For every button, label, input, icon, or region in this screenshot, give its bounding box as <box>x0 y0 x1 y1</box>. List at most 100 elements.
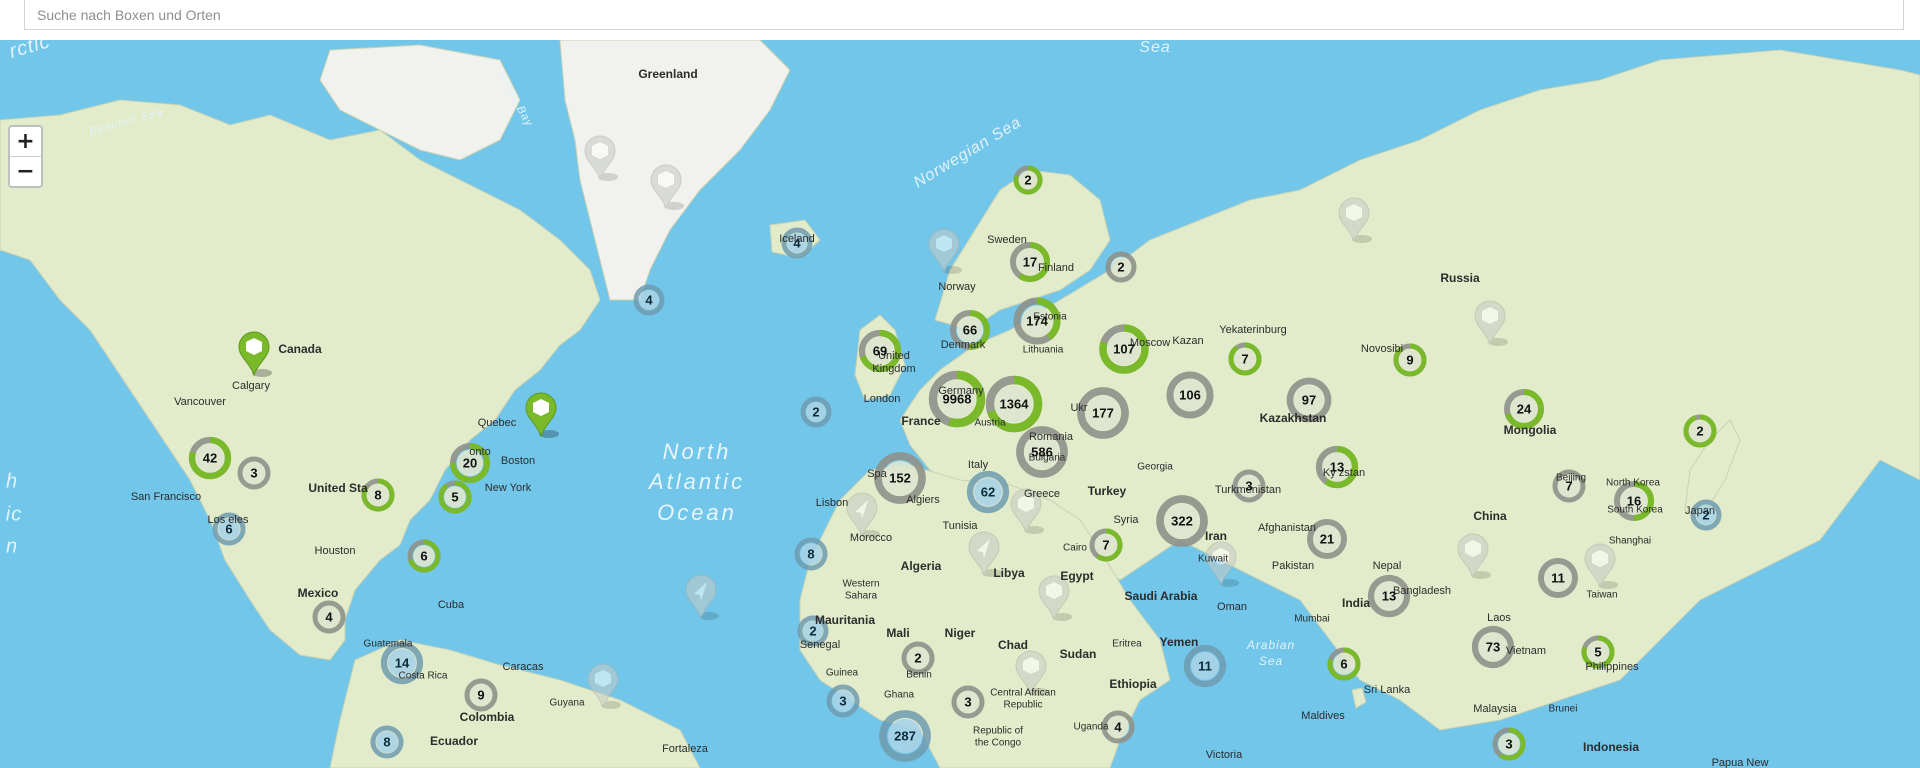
cluster-center <box>638 289 660 311</box>
cluster-center <box>387 648 417 678</box>
map-canvas[interactable] <box>0 40 1920 768</box>
cluster-marker[interactable] <box>826 684 860 718</box>
cluster-marker[interactable] <box>874 452 926 504</box>
cluster-marker[interactable] <box>1228 342 1262 376</box>
cluster-center <box>957 691 979 713</box>
cluster-marker[interactable] <box>407 539 441 573</box>
cluster-marker[interactable] <box>1101 710 1135 744</box>
cluster-center <box>318 606 340 628</box>
cluster-center <box>1238 475 1260 497</box>
cluster-marker[interactable] <box>1683 414 1717 448</box>
cluster-marker[interactable] <box>797 615 829 647</box>
cluster-center <box>865 336 895 366</box>
box-pin-icon[interactable] <box>928 228 962 274</box>
cluster-marker[interactable] <box>901 641 935 675</box>
cluster-marker[interactable] <box>438 480 472 514</box>
cluster-center <box>832 690 854 712</box>
cluster-center <box>470 684 492 706</box>
cluster-center <box>1558 475 1580 497</box>
cluster-marker[interactable] <box>1614 481 1654 521</box>
cluster-marker[interactable] <box>1492 727 1526 761</box>
cluster-center <box>1190 651 1220 681</box>
cluster-center <box>413 545 435 567</box>
cluster-center <box>800 543 822 565</box>
cluster-center <box>376 731 398 753</box>
cluster-center <box>1016 248 1044 276</box>
north-america-land <box>0 99 601 661</box>
cluster-marker[interactable] <box>1367 574 1411 618</box>
cluster-marker[interactable] <box>1581 635 1615 669</box>
cluster-center <box>973 477 1003 507</box>
cluster-center <box>1110 256 1132 278</box>
cluster-center <box>956 316 984 344</box>
cluster-marker[interactable] <box>1099 324 1149 374</box>
cluster-marker[interactable] <box>966 470 1010 514</box>
cluster-center <box>1107 716 1129 738</box>
cluster-marker[interactable] <box>1538 558 1578 598</box>
cluster-marker[interactable] <box>879 710 931 762</box>
cluster-marker[interactable] <box>312 600 346 634</box>
cluster-marker[interactable] <box>1166 371 1214 419</box>
cluster-marker[interactable] <box>1504 389 1544 429</box>
cluster-marker[interactable] <box>951 685 985 719</box>
cluster-center <box>1544 564 1572 592</box>
cluster-marker[interactable] <box>1016 426 1068 478</box>
cluster-center <box>1498 733 1520 755</box>
cluster-marker[interactable] <box>1013 297 1061 345</box>
cluster-marker[interactable] <box>1471 625 1515 669</box>
box-pin-icon[interactable] <box>525 392 559 438</box>
cluster-center <box>1333 653 1355 675</box>
rocket-pin-icon[interactable] <box>685 574 719 620</box>
cluster-center <box>938 380 976 418</box>
box-pin-icon[interactable] <box>1205 541 1239 587</box>
cluster-marker[interactable] <box>858 329 902 373</box>
sri-lanka-land <box>1351 687 1367 709</box>
cluster-center <box>1587 641 1609 663</box>
cluster-marker[interactable] <box>1105 251 1137 283</box>
cluster-marker[interactable] <box>1690 499 1722 531</box>
cluster-center <box>1322 452 1352 482</box>
cluster-marker[interactable] <box>1077 387 1129 439</box>
cluster-marker[interactable] <box>1156 495 1208 547</box>
cluster-marker[interactable] <box>450 443 490 483</box>
cluster-marker[interactable] <box>985 375 1043 433</box>
cluster-marker[interactable] <box>361 478 395 512</box>
cluster-marker[interactable] <box>1183 644 1227 688</box>
cluster-center <box>1294 385 1324 415</box>
cluster-marker[interactable] <box>1327 647 1361 681</box>
cluster-marker[interactable] <box>380 641 424 685</box>
cluster-marker[interactable] <box>950 310 990 350</box>
zoom-in-button[interactable]: + <box>10 127 41 156</box>
cluster-center <box>195 443 225 473</box>
cluster-marker[interactable] <box>1013 165 1043 195</box>
cluster-marker[interactable] <box>1307 519 1347 559</box>
cluster-marker[interactable] <box>464 678 498 712</box>
cluster-marker[interactable] <box>928 370 986 428</box>
cluster-center <box>456 449 484 477</box>
cluster-marker[interactable] <box>633 284 665 316</box>
cluster-center <box>1021 305 1053 337</box>
map[interactable]: Greenland Canada Calgary Vancouver Quebec ont… <box>0 40 1920 768</box>
cluster-marker[interactable] <box>794 537 828 571</box>
cluster-marker[interactable] <box>1393 343 1427 377</box>
cluster-marker[interactable] <box>1315 445 1359 489</box>
cluster-marker[interactable] <box>188 436 232 480</box>
cluster-marker[interactable] <box>1089 528 1123 562</box>
cluster-marker[interactable] <box>212 512 246 546</box>
cluster-center <box>1018 170 1038 190</box>
search-input[interactable] <box>24 0 1904 30</box>
cluster-marker[interactable] <box>1010 242 1050 282</box>
zoom-control: + − <box>8 125 43 188</box>
cluster-marker[interactable] <box>1552 469 1586 503</box>
cluster-center <box>802 620 824 642</box>
cluster-center <box>887 718 923 754</box>
cluster-center <box>1024 434 1060 470</box>
cluster-marker[interactable] <box>370 725 404 759</box>
cluster-marker[interactable] <box>237 456 271 490</box>
cluster-marker[interactable] <box>1232 469 1266 503</box>
cluster-marker[interactable] <box>781 227 813 259</box>
cluster-center <box>243 462 265 484</box>
cluster-marker[interactable] <box>800 396 832 428</box>
zoom-out-button[interactable]: − <box>10 156 41 186</box>
cluster-marker[interactable] <box>1286 377 1332 423</box>
